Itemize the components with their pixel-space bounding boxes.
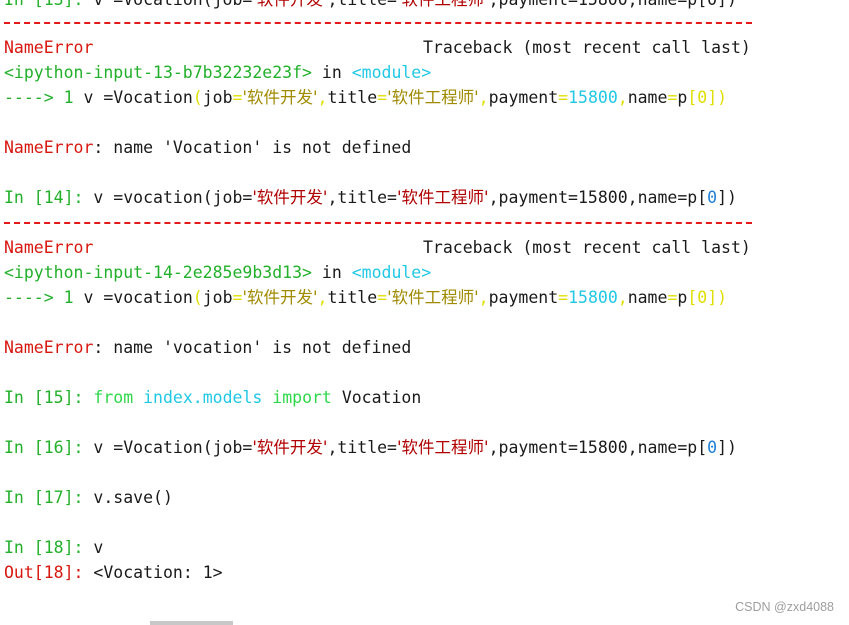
traceback-separator (4, 222, 752, 224)
code-text: ,payment=15800,name=p[ (488, 438, 708, 457)
line-number: 1 (63, 88, 74, 107)
number-literal: 15800 (568, 288, 618, 307)
module-ref: <module> (351, 263, 432, 282)
ipython-input-ref: <ipython-input-14-2e285e9b3d13> (4, 263, 312, 282)
module-ref: <module> (351, 63, 432, 82)
string-literal: '软件开发' (252, 188, 328, 207)
input-prompt: In [18]: (4, 538, 84, 557)
input-line-16: In [16]: v =Vocation(job='软件开发',title='软… (4, 435, 737, 460)
code-text: v =vocation(job= (83, 188, 253, 207)
number-literal: 15800 (568, 88, 618, 107)
module-path: index.models (143, 388, 263, 407)
keyword-import: import (272, 388, 332, 407)
code-text: v =vocation (73, 288, 193, 307)
error-name: NameError (4, 238, 94, 257)
traceback-separator (4, 22, 752, 24)
string-literal: '软件开发' (242, 88, 318, 107)
watermark: CSDN @zxd4088 (735, 600, 834, 614)
code-text: ,payment=15800,name=p[ (488, 188, 708, 207)
input-line-17: In [17]: v.save() (4, 485, 173, 510)
output-prompt: Out[18]: (4, 563, 84, 582)
code-text: ]) (717, 438, 737, 457)
string-literal: '软件工程师' (397, 438, 489, 457)
input-line-15: In [15]: from index.models import Vocati… (4, 385, 421, 410)
string-literal: '软件工程师' (397, 188, 489, 207)
traceback-code-line: ----> 1 v =Vocation(job='软件开发',title='软件… (4, 88, 728, 107)
input-line-13: In [13]: v =Vocation(job='软件开发',title='软… (4, 0, 737, 12)
input-prompt: In [17]: (4, 488, 84, 507)
string-literal: '软件工程师' (397, 0, 489, 9)
traceback-arrow: ----> (4, 288, 54, 307)
input-prompt: In [14]: (4, 188, 84, 207)
error-name: NameError (4, 338, 94, 357)
string-literal: '软件开发' (252, 0, 327, 9)
string-literal: '软件工程师' (387, 288, 479, 307)
ipython-console[interactable]: In [13]: v =Vocation(job='软件开发',title='软… (0, 0, 849, 625)
in-word: in (311, 63, 352, 82)
error-text: : name 'vocation' is not defined (93, 338, 412, 357)
input-prompt: In [16]: (4, 438, 84, 457)
in-word: in (311, 263, 352, 282)
class-name: Vocation (341, 388, 422, 407)
error-name: NameError (4, 138, 94, 157)
line-number: 1 (63, 288, 74, 307)
number-literal: 0 (707, 438, 718, 457)
string-literal: '软件工程师' (387, 88, 479, 107)
code-text: ,title= (327, 438, 397, 457)
input-line-18: In [18]: v (4, 535, 103, 560)
string-literal: '软件开发' (252, 438, 328, 457)
code-text: v =Vocation(job= (83, 0, 252, 9)
traceback-header: NameError Traceback (most recent call las… (4, 35, 751, 60)
input-prompt: In [13]: (4, 0, 83, 9)
error-text: : name 'Vocation' is not defined (93, 138, 412, 157)
code-text: ,title= (327, 188, 397, 207)
traceback-code-line: ----> 1 v =vocation(job='软件开发',title='软件… (4, 288, 728, 307)
string-literal: '软件开发' (242, 288, 318, 307)
traceback-location: <ipython-input-14-2e285e9b3d13> in <modu… (4, 260, 431, 285)
error-message: NameError: name 'vocation' is not define… (4, 335, 411, 360)
error-message: NameError: name 'Vocation' is not define… (4, 135, 411, 160)
input-prompt: In [15]: (4, 388, 84, 407)
input-line-14: In [14]: v =vocation(job='软件开发',title='软… (4, 185, 737, 210)
horizontal-scrollbar-thumb[interactable] (150, 621, 233, 625)
keyword-from: from (93, 388, 134, 407)
ipython-input-ref: <ipython-input-13-b7b32232e23f> (4, 63, 312, 82)
output-line-18: Out[18]: <Vocation: 1> (4, 560, 223, 585)
code-text: ]) (717, 188, 737, 207)
code-text: ,title= (327, 0, 397, 9)
traceback-header: NameError Traceback (most recent call las… (4, 235, 751, 260)
error-name: NameError (4, 38, 94, 57)
code-text: ,payment=15800,name=p[0]) (489, 0, 737, 9)
code-text: v (83, 538, 104, 557)
traceback-location: <ipython-input-13-b7b32232e23f> in <modu… (4, 60, 431, 85)
code-text: v =Vocation (73, 88, 193, 107)
output-value: <Vocation: 1> (83, 563, 223, 582)
traceback-label: Traceback (most recent call last) (423, 238, 751, 257)
traceback-arrow: ----> (4, 88, 54, 107)
code-text: v.save() (83, 488, 173, 507)
traceback-label: Traceback (most recent call last) (423, 38, 751, 57)
number-literal: 0 (707, 188, 718, 207)
code-text: v =Vocation(job= (83, 438, 253, 457)
